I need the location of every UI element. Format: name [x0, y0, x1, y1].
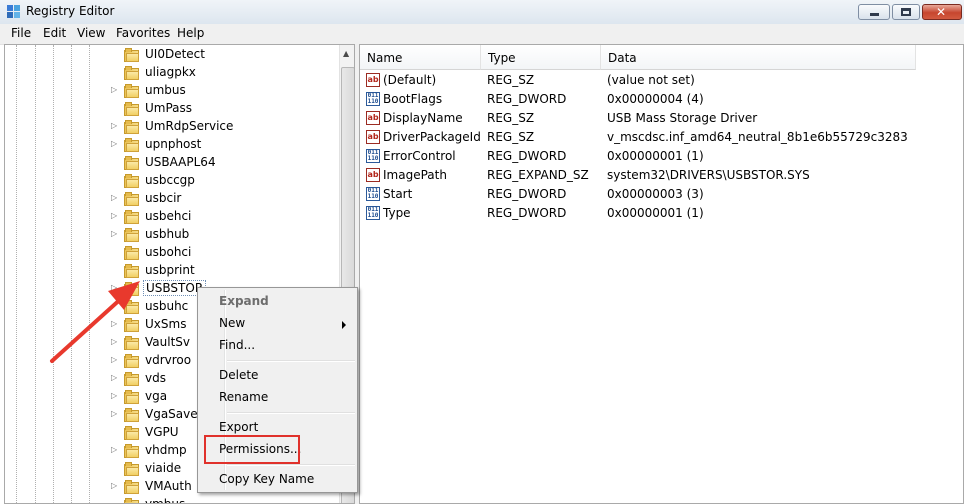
menu-separator	[227, 464, 355, 466]
menu-item-delete[interactable]: Delete	[219, 368, 258, 382]
menu-separator	[227, 360, 355, 362]
menu-item-find[interactable]: Find...	[219, 338, 255, 352]
menu-item-rename[interactable]: Rename	[219, 390, 268, 404]
menu-item-new[interactable]: New	[219, 316, 245, 330]
submenu-arrow-icon	[342, 321, 346, 329]
menu-item-export[interactable]: Export	[219, 420, 258, 434]
menu-item-expand: Expand	[219, 294, 269, 308]
permissions-highlight-box	[204, 435, 300, 464]
annotation-arrow	[50, 281, 140, 363]
menu-separator	[227, 412, 355, 414]
menu-item-copy-key-name[interactable]: Copy Key Name	[219, 472, 314, 486]
